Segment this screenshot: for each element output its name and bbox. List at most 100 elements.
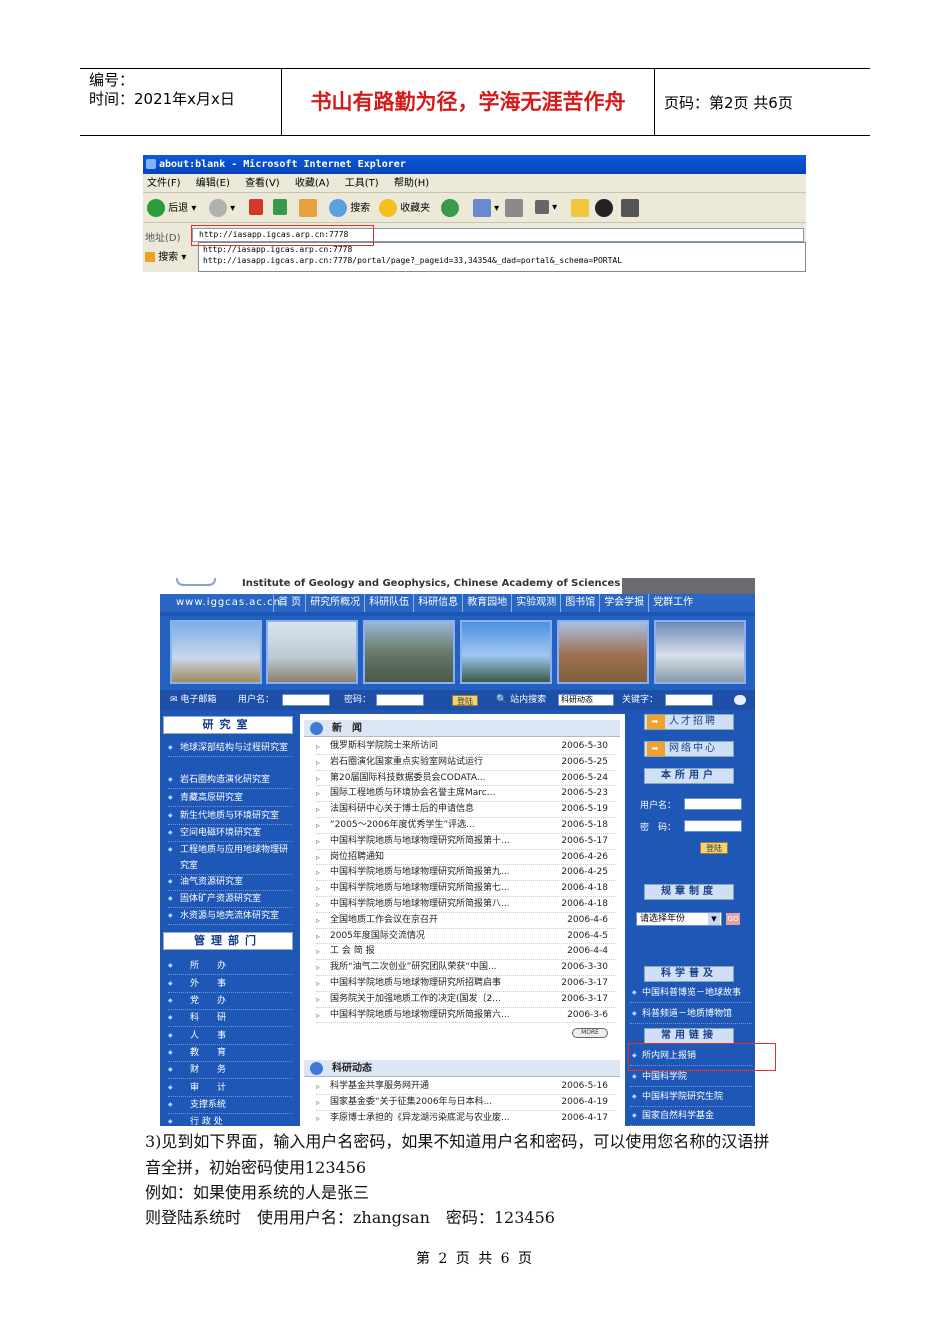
back-button[interactable]: 后退 ▾	[147, 199, 196, 217]
news-row[interactable]: 我所“油气二次创业”研究团队荣获“中国... 2006-3-30	[316, 960, 616, 976]
dept-item[interactable]: 科 研	[168, 1010, 292, 1027]
research-row[interactable]: 国家基金委“关于征集2006年与日本科... 2006-4-19	[316, 1095, 616, 1111]
science-item[interactable]: 科普频道－地质博物馆	[630, 1005, 752, 1024]
user-login-button[interactable]: 登陆	[700, 842, 728, 854]
news-row[interactable]: 第20届国际科技数据委员会CODATA... 2006-5-24	[316, 771, 616, 787]
nav-journals[interactable]: 学会学报	[599, 594, 648, 612]
user-password-input[interactable]	[684, 820, 742, 832]
mail-button[interactable]: ▾	[473, 199, 499, 217]
news-row-title: 全国地质工作会议在京召开	[316, 913, 438, 929]
lab-item[interactable]: 空间电磁环境研究室	[168, 825, 292, 842]
year-go-button[interactable]: GO	[726, 913, 740, 925]
dept-item[interactable]: 党 办	[168, 993, 292, 1010]
ie-icon	[146, 159, 156, 169]
dept-item[interactable]: 支撑系统	[168, 1097, 292, 1114]
user-username-input[interactable]	[684, 798, 742, 810]
lab-item[interactable]: 固体矿产资源研究室	[168, 891, 292, 908]
home-icon	[299, 199, 317, 217]
news-row-title: 中国科学院地质与地球物理研究所简报第八...	[316, 897, 510, 913]
edit-button[interactable]: ▾	[535, 199, 557, 217]
favorites-button[interactable]: 收藏夹	[379, 199, 430, 217]
link-item[interactable]: 国家自然科学基金	[630, 1107, 752, 1126]
username-input[interactable]	[282, 694, 330, 706]
dept-item[interactable]: 教 育	[168, 1045, 292, 1062]
users-title: 本所用户	[644, 768, 734, 784]
news-row[interactable]: 国际工程地质与环境协会名誉主席Marc... 2006-5-23	[316, 786, 616, 803]
research-row[interactable]: 李原博士承担的《异龙湖污染底泥与农业废... 2006-4-17	[316, 1111, 616, 1126]
news-row[interactable]: 2005年度国际交流情况 2006-4-5	[316, 929, 616, 945]
menu-view[interactable]: 查看(V)	[245, 178, 280, 189]
talent-button[interactable]: 人才招聘	[644, 714, 734, 730]
news-row[interactable]: 国务院关于加强地质工作的决定(国发〔2... 2006-3-17	[316, 992, 616, 1008]
lab-item[interactable]: 青藏高原研究室	[168, 790, 292, 807]
news-row[interactable]: 岗位招聘通知 2006-4-26	[316, 850, 616, 866]
menu-favorites[interactable]: 收藏(A)	[295, 178, 330, 189]
news-row[interactable]: 工 会 简 报 2006-4-4	[316, 944, 616, 961]
qq-button[interactable]	[595, 199, 613, 217]
lab-item[interactable]: 岩石圈构造演化研究室	[168, 772, 292, 789]
lab-item[interactable]: 新生代地质与环境研究室	[168, 808, 292, 825]
stop-button[interactable]	[249, 199, 263, 217]
lab-item[interactable]: 工程地质与应用地球物理研究室	[168, 842, 292, 875]
lab-item[interactable]: 水资源与地壳流体研究室	[168, 908, 292, 925]
home-button[interactable]	[299, 199, 317, 217]
news-row[interactable]: 岩石圈演化国家重点实验室网站试运行 2006-5-25	[316, 755, 616, 771]
print-button[interactable]	[505, 199, 523, 217]
nav-education[interactable]: 教育园地	[462, 594, 511, 612]
news-row-date: 2006-5-25	[561, 756, 608, 767]
research-row[interactable]: 科学基金共享服务网开通 2006-5-16	[316, 1079, 616, 1095]
link-item[interactable]: 中国科学院研究生院	[630, 1088, 752, 1107]
dept-item[interactable]: 外 事	[168, 976, 292, 993]
nav-team[interactable]: 科研队伍	[364, 594, 413, 612]
dept-item[interactable]: 财 务	[168, 1062, 292, 1079]
news-row[interactable]: 法国科研中心关于博士后的申请信息 2006-5-19	[316, 802, 616, 818]
network-center-button[interactable]: 网络中心	[644, 741, 734, 757]
login-button[interactable]: 登陆	[452, 695, 478, 706]
news-row[interactable]: 中国科学院地质与地球物理研究所简报第八... 2006-4-18	[316, 897, 616, 913]
suggestion-item[interactable]: http://iasapp.igcas.arp.cn:7778/portal/p…	[203, 255, 805, 266]
dept-item[interactable]: 所 办	[168, 958, 292, 975]
menu-help[interactable]: 帮助(H)	[394, 178, 429, 189]
news-row-date: 2006-5-18	[561, 820, 608, 830]
go-icon[interactable]	[734, 695, 746, 705]
news-row-date: 2006-5-24	[561, 772, 608, 783]
dept-item[interactable]: 人 事	[168, 1028, 292, 1045]
news-row[interactable]: 俄罗斯科学院院士来所访问 2006-5-30	[316, 739, 616, 755]
menu-file[interactable]: 文件(F)	[147, 178, 181, 189]
news-row[interactable]: 全国地质工作会议在京召开 2006-4-6	[316, 913, 616, 929]
nav-home[interactable]: 首 页	[273, 594, 305, 612]
news-row-title: 俄罗斯科学院院士来所访问	[316, 739, 438, 755]
menu-tools[interactable]: 工具(T)	[345, 178, 379, 189]
more-button[interactable]: MORE	[572, 1028, 608, 1038]
news-row[interactable]: 中国科学院地质与地球物理研究所招聘启事 2006-3-17	[316, 976, 616, 992]
news-row[interactable]: 中国科学院地质与地球物理研究所简报第九... 2006-4-25	[316, 865, 616, 882]
news-row[interactable]: “2005～2006年度优秀学生”评选... 2006-5-18	[316, 818, 616, 834]
science-item[interactable]: 中国科普博览－地球故事	[630, 984, 752, 1003]
folder-button[interactable]	[571, 199, 589, 217]
year-select[interactable]: 请选择年份 ▼	[636, 912, 722, 926]
dept-item[interactable]: 行 政 处	[168, 1114, 292, 1126]
news-row[interactable]: 中国科学院地质与地球物理研究所简报第十... 2006-5-17	[316, 834, 616, 850]
tool-button[interactable]	[621, 199, 639, 217]
news-row[interactable]: 中国科学院地质与地球物理研究所简报第七... 2006-4-18	[316, 881, 616, 897]
nav-overview[interactable]: 研究所概况	[305, 594, 364, 612]
forward-button[interactable]: ▾	[209, 199, 235, 217]
search-button[interactable]: 搜索	[329, 199, 370, 217]
refresh-button[interactable]	[273, 199, 287, 217]
search-scope-select[interactable]: 科研动态	[558, 694, 614, 706]
nav-library[interactable]: 图书馆	[560, 594, 599, 612]
history-button[interactable]	[441, 199, 459, 217]
search-bar-button[interactable]: 搜索 ▾	[145, 248, 186, 263]
time-label: 时间：2021年x月x日	[89, 90, 235, 108]
news-row-date: 2006-3-17	[561, 993, 608, 1004]
nav-lab[interactable]: 实验观测	[511, 594, 560, 612]
lab-item[interactable]: 地球深部结构与过程研究室	[168, 740, 292, 757]
menu-edit[interactable]: 编辑(E)	[196, 178, 230, 189]
password-input[interactable]	[376, 694, 424, 706]
news-row[interactable]: 中国科学院地质与地球物理研究所简报第六... 2006-3-6	[316, 1008, 616, 1024]
dept-item[interactable]: 审 计	[168, 1080, 292, 1097]
lab-item[interactable]: 油气资源研究室	[168, 874, 292, 891]
nav-party[interactable]: 党群工作	[648, 594, 697, 612]
nav-research-info[interactable]: 科研信息	[413, 594, 462, 612]
keyword-input[interactable]	[665, 694, 713, 706]
